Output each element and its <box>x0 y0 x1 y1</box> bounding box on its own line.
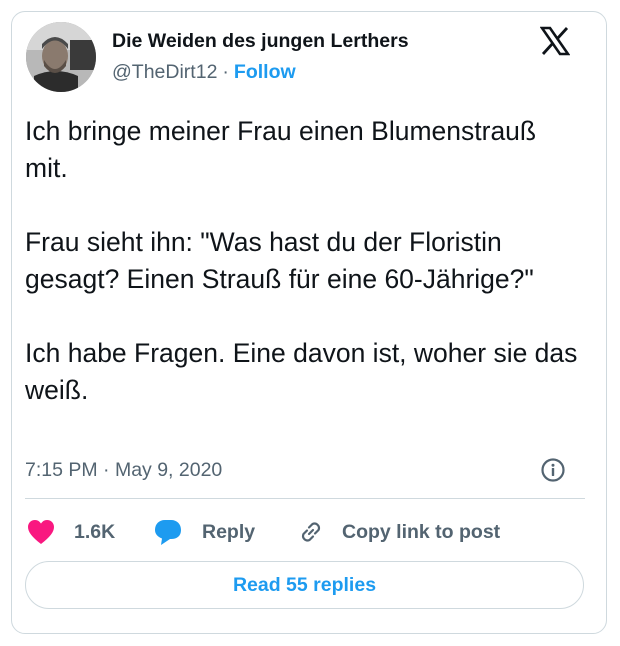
tweet-text: Ich bringe meiner Frau einen Blumenstrau… <box>25 113 585 409</box>
follow-button[interactable]: Follow <box>234 61 296 83</box>
like-count: 1.6K <box>74 520 116 543</box>
copy-link-button[interactable]: Copy link to post <box>296 515 500 549</box>
link-icon <box>301 522 321 542</box>
tweet-timestamp[interactable]: 7:15 PM · May 9, 2020 <box>25 459 222 482</box>
heart-icon <box>28 520 54 544</box>
avatar-photo <box>26 22 96 92</box>
like-button[interactable]: 1.6K <box>26 515 115 549</box>
reply-label: Reply <box>202 520 256 543</box>
avatar[interactable] <box>26 22 96 92</box>
read-replies-button[interactable]: Read 55 replies <box>25 561 584 609</box>
reply-bubble-icon <box>155 520 181 545</box>
tweet-paragraph: Ich bringe meiner Frau einen Blumenstrau… <box>25 116 537 183</box>
reply-button[interactable]: Reply <box>152 515 255 549</box>
author-handle[interactable]: @TheDirt12 <box>112 61 217 83</box>
author-display-name[interactable]: Die Weiden des jungen Lerthers <box>112 30 409 53</box>
tweet-paragraph: Frau sieht ihn: "Was hast du der Florist… <box>25 227 534 294</box>
divider <box>25 498 585 499</box>
copy-link-label: Copy link to post <box>342 520 501 543</box>
x-logo-icon[interactable] <box>539 26 571 56</box>
author-handle-row: @TheDirt12 · Follow <box>112 61 296 84</box>
tweet-paragraph: Ich habe Fragen. Eine davon ist, woher s… <box>25 338 578 405</box>
info-icon[interactable] <box>540 457 566 483</box>
handle-separator: · <box>222 61 229 83</box>
